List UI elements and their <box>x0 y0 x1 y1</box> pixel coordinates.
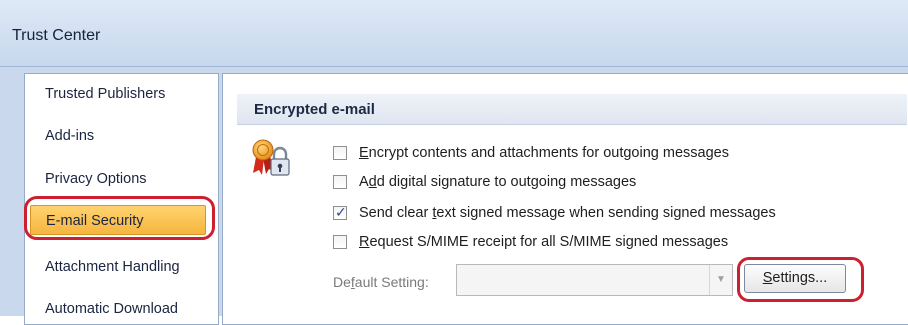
encrypt-contents-label: Encrypt contents and attachments for out… <box>359 145 729 161</box>
add-digital-signature-label: Add digital signature to outgoing messag… <box>359 174 637 190</box>
sidebar-item-automatic-download[interactable]: Automatic Download <box>45 301 178 317</box>
chevron-down-icon[interactable]: ▼ <box>709 265 732 295</box>
window-title: Trust Center <box>12 27 101 44</box>
sidebar-item-attachment-handling[interactable]: Attachment Handling <box>45 259 180 275</box>
send-clear-text-checkbox[interactable]: ✓ <box>333 204 347 220</box>
default-setting-label: Default Setting: <box>333 274 429 290</box>
settings-button-highlight <box>737 257 864 302</box>
title-bar: Trust Center <box>0 0 908 67</box>
add-digital-signature-checkbox[interactable] <box>333 175 347 189</box>
request-smime-receipt-checkbox[interactable] <box>333 235 347 249</box>
sidebar-item-add-ins[interactable]: Add-ins <box>45 128 94 144</box>
sidebar-item-privacy-options[interactable]: Privacy Options <box>45 171 147 187</box>
email-security-highlight <box>24 196 215 240</box>
trust-center-window: Trust Center Trusted Publishers Add-ins … <box>0 0 908 325</box>
certificate-lock-icon <box>252 139 290 176</box>
default-setting-dropdown[interactable]: ▼ <box>456 264 733 296</box>
checkmark-icon: ✓ <box>335 204 347 220</box>
section-title: Encrypted e-mail <box>254 101 375 118</box>
section-header: Encrypted e-mail <box>237 94 907 125</box>
sidebar-item-trusted-publishers[interactable]: Trusted Publishers <box>45 86 165 102</box>
encrypt-contents-checkbox[interactable] <box>333 146 347 160</box>
send-clear-text-label: Send clear text signed message when send… <box>359 205 776 221</box>
request-smime-receipt-label: Request S/MIME receipt for all S/MIME si… <box>359 234 729 250</box>
